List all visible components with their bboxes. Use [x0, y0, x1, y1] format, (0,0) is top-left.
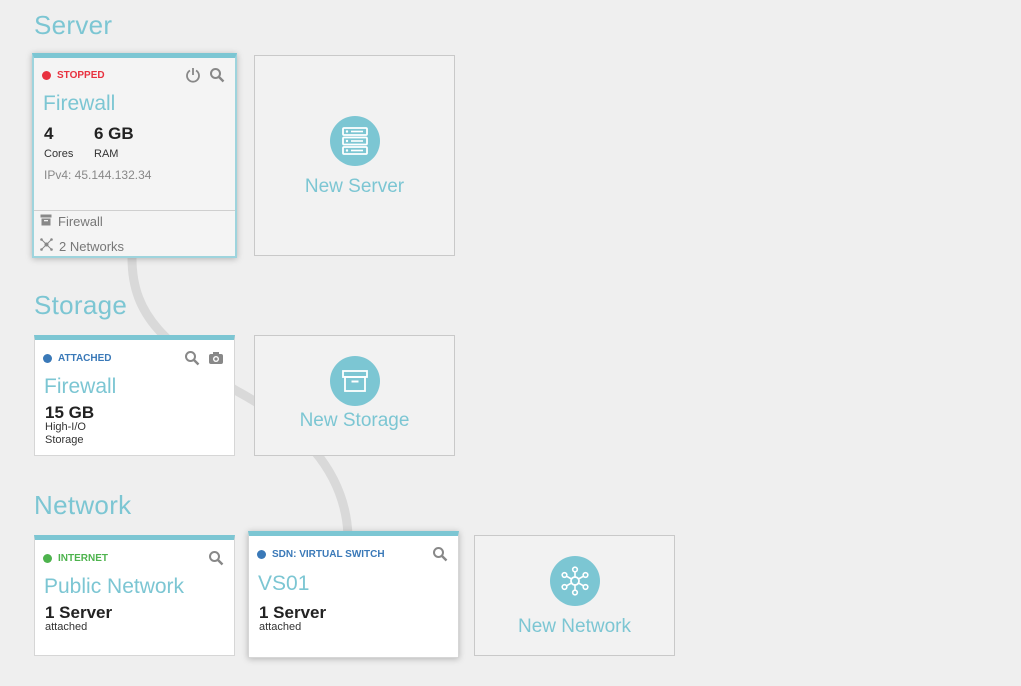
network-server-count: 1 Server — [45, 603, 113, 622]
section-title-network: Network — [34, 490, 132, 520]
status-dot — [257, 550, 266, 559]
network-sub-label: attached — [45, 621, 88, 633]
storage-type-line2: Storage — [45, 434, 84, 446]
search-icon[interactable] — [184, 350, 200, 366]
network-server-count: 1 Server — [259, 603, 327, 622]
status-dot — [43, 354, 52, 363]
status-text: STOPPED — [57, 70, 105, 81]
new-server-label: New Server — [304, 176, 405, 197]
status-text: SDN: VIRTUAL SWITCH — [272, 549, 385, 560]
storage-type: High-I/O Storage — [45, 421, 86, 447]
storage-icon — [40, 214, 52, 229]
network-sub-label: attached — [259, 621, 302, 633]
archive-box-icon — [329, 356, 380, 406]
search-icon[interactable] — [432, 546, 448, 562]
storage-type-line1: High-I/O — [45, 421, 86, 433]
server-card[interactable]: STOPPED Firewall 4 Cores 6 GB RAM IPv4: … — [32, 53, 237, 258]
attached-networks-link[interactable]: 2 Networks — [34, 238, 235, 254]
ram-label: RAM — [94, 148, 119, 160]
status-dot — [43, 554, 52, 563]
network-name[interactable]: VS01 — [258, 572, 309, 596]
status-badge: STOPPED — [42, 70, 105, 81]
network-card-public[interactable]: INTERNET Public Network 1 Server attache… — [34, 535, 235, 656]
new-storage-label: New Storage — [299, 410, 410, 431]
network-icon — [40, 238, 53, 254]
server-stack-icon — [329, 116, 380, 166]
status-badge: INTERNET — [43, 553, 108, 564]
new-network-button[interactable]: New Network — [474, 535, 675, 656]
section-title-server: Server — [34, 10, 113, 40]
ipv4-address: IPv4: 45.144.132.34 — [44, 168, 152, 182]
new-server-button[interactable]: New Server — [254, 55, 455, 256]
cores-stat: 4 Cores — [44, 124, 73, 160]
network-name[interactable]: Public Network — [44, 575, 184, 599]
divider — [34, 210, 235, 211]
ram-value: 6 GB — [94, 124, 134, 143]
footer-networks-label: 2 Networks — [59, 238, 125, 254]
ram-stat: 6 GB RAM — [94, 124, 134, 160]
status-text: ATTACHED — [58, 353, 112, 364]
camera-icon[interactable] — [208, 350, 224, 366]
new-network-label: New Network — [518, 616, 631, 637]
status-dot — [42, 71, 51, 80]
network-hub-icon — [549, 556, 600, 606]
status-badge: ATTACHED — [43, 353, 112, 364]
footer-storage-label: Firewall — [58, 214, 103, 229]
server-name[interactable]: Firewall — [43, 92, 115, 116]
attached-storage-link[interactable]: Firewall — [34, 214, 235, 229]
power-icon[interactable] — [185, 67, 201, 83]
cores-value: 4 — [44, 124, 54, 143]
storage-name[interactable]: Firewall — [44, 375, 116, 399]
section-title-storage: Storage — [34, 290, 128, 320]
storage-card[interactable]: ATTACHED Firewall 15 GB High-I/O Storage — [34, 335, 235, 456]
search-icon[interactable] — [209, 67, 225, 83]
search-icon[interactable] — [208, 550, 224, 566]
network-card-vs01[interactable]: SDN: VIRTUAL SWITCH VS01 1 Server attach… — [248, 531, 459, 658]
new-storage-button[interactable]: New Storage — [254, 335, 455, 456]
storage-size: 15 GB — [45, 403, 95, 422]
cores-label: Cores — [44, 148, 74, 160]
status-badge: SDN: VIRTUAL SWITCH — [257, 549, 385, 560]
status-text: INTERNET — [58, 553, 108, 564]
